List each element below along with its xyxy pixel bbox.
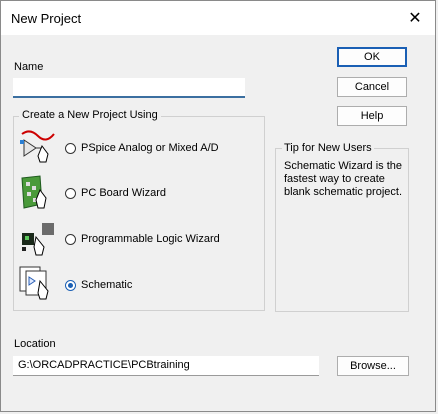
project-type-group-label: Create a New Project Using	[19, 109, 161, 121]
option-pc-board-label: PC Board Wizard	[81, 187, 166, 199]
programmable-logic-radio[interactable]	[65, 233, 76, 245]
dialog-title: New Project	[11, 11, 82, 26]
location-input[interactable]: G:\ORCADPRACTICE\PCBtraining	[13, 356, 319, 376]
option-programmable-logic-label: Programmable Logic Wizard	[81, 233, 220, 245]
name-label: Name	[14, 61, 44, 73]
help-button[interactable]: Help	[337, 106, 407, 126]
cancel-button[interactable]: Cancel	[337, 77, 407, 97]
pc-board-radio[interactable]	[65, 187, 76, 199]
option-programmable-logic-wizard[interactable]: Programmable Logic Wizard	[65, 233, 220, 245]
schematic-icon	[19, 266, 49, 300]
schematic-radio[interactable]	[65, 279, 76, 291]
new-project-dialog: New Project ✕ Name Create a New Project …	[0, 0, 436, 412]
name-input[interactable]	[13, 78, 245, 98]
tip-text: Schematic Wizard is the fastest way to c…	[284, 160, 402, 198]
option-pspice[interactable]: PSpice Analog or Mixed A/D	[65, 142, 219, 154]
browse-button[interactable]: Browse...	[337, 356, 409, 376]
option-schematic-label: Schematic	[81, 279, 133, 291]
option-schematic[interactable]: Schematic	[65, 279, 132, 291]
title-bar: New Project ✕	[1, 1, 435, 35]
pspice-icon	[20, 130, 55, 163]
ok-button[interactable]: OK	[337, 47, 407, 67]
pcb-icon	[21, 175, 47, 209]
close-icon[interactable]: ✕	[395, 1, 435, 35]
option-pc-board-wizard[interactable]: PC Board Wizard	[65, 187, 166, 199]
option-pspice-label: PSpice Analog or Mixed A/D	[81, 142, 219, 154]
tip-label: Tip for New Users	[282, 142, 374, 154]
logic-icon	[22, 223, 54, 256]
location-label: Location	[14, 338, 56, 350]
pspice-radio[interactable]	[65, 142, 76, 154]
